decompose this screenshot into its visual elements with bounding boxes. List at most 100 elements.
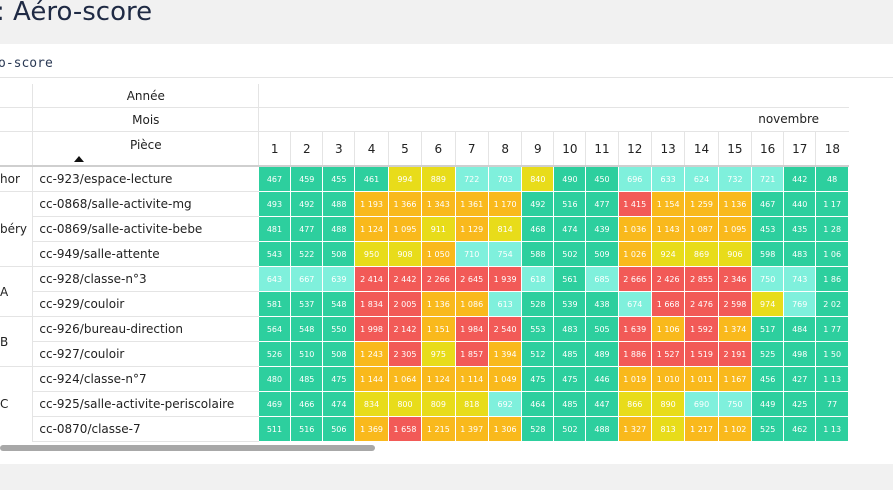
value-cell: 77 xyxy=(815,391,849,417)
value-cell: 480 xyxy=(258,366,292,392)
value-cell: 456 xyxy=(751,366,785,392)
day-header[interactable]: 6 xyxy=(421,131,456,167)
value-cell: 548 xyxy=(322,291,356,317)
value-cell: 440 xyxy=(783,191,817,217)
dimension-year-label[interactable]: Année xyxy=(32,84,259,108)
day-header[interactable]: 9 xyxy=(521,131,554,167)
day-header[interactable]: 1 xyxy=(258,131,291,167)
sort-ascending-icon[interactable] xyxy=(74,156,85,162)
value-cell: 488 xyxy=(322,191,356,217)
value-cell: 2 142 xyxy=(388,316,423,342)
value-cell: 484 xyxy=(783,316,817,342)
value-cell: 889 xyxy=(421,165,456,192)
month-header-cell: novembre xyxy=(258,107,849,132)
value-cell: 1 998 xyxy=(354,316,389,342)
value-cell: 1 136 xyxy=(718,191,753,217)
value-cell: 598 xyxy=(751,241,785,267)
value-cell: 1 114 xyxy=(455,366,489,392)
value-cell: 517 xyxy=(751,316,785,342)
value-cell: 2 442 xyxy=(388,266,423,292)
day-header[interactable]: 12 xyxy=(617,131,652,167)
day-header[interactable]: 18 xyxy=(815,131,849,167)
value-cell: 564 xyxy=(258,316,292,342)
value-cell: 2 02 xyxy=(815,291,849,317)
value-cell: 516 xyxy=(290,416,324,442)
value-cell: 485 xyxy=(553,341,587,367)
day-header[interactable]: 13 xyxy=(650,131,685,167)
day-header[interactable]: 16 xyxy=(751,131,784,167)
day-header[interactable]: 7 xyxy=(454,131,489,167)
value-cell: 975 xyxy=(421,341,456,367)
day-header[interactable]: 10 xyxy=(553,131,586,167)
value-cell: 1 984 xyxy=(455,316,489,342)
value-cell: 539 xyxy=(553,291,587,317)
value-cell: 516 xyxy=(553,191,587,217)
school-label: B xyxy=(0,316,33,367)
value-cell: 814 xyxy=(488,216,523,242)
value-cell: 1 011 xyxy=(684,366,719,392)
day-header[interactable]: 11 xyxy=(585,131,619,167)
day-header[interactable]: 5 xyxy=(387,131,422,167)
value-cell: 506 xyxy=(322,416,356,442)
value-cell: 750 xyxy=(718,391,753,417)
value-cell: 1 154 xyxy=(651,191,686,217)
horizontal-scrollbar[interactable] xyxy=(0,445,375,451)
value-cell: 1 087 xyxy=(684,216,719,242)
value-cell: 624 xyxy=(684,165,719,192)
room-label: cc-924/classe-n°7 xyxy=(32,366,259,392)
value-cell: 1 010 xyxy=(651,366,686,392)
value-cell: 1 77 xyxy=(815,316,849,342)
day-header[interactable]: 8 xyxy=(487,131,522,167)
value-cell: 1 886 xyxy=(618,341,652,367)
value-cell: 537 xyxy=(290,291,324,317)
value-cell: 485 xyxy=(290,366,324,392)
value-cell: 1 639 xyxy=(618,316,652,342)
value-cell: 526 xyxy=(258,341,292,367)
value-cell: 1 095 xyxy=(718,216,753,242)
value-cell: 667 xyxy=(290,266,324,292)
value-cell: 2 346 xyxy=(718,266,753,292)
value-cell: 1 527 xyxy=(651,341,686,367)
table-row: cc-929/couloir 581 537 548 1 834 2 005 1 136 1 … xyxy=(0,291,849,317)
day-header[interactable]: 4 xyxy=(354,131,389,167)
day-header[interactable]: 2 xyxy=(290,131,323,167)
value-cell: 447 xyxy=(585,391,619,417)
school-label: béry xyxy=(0,191,33,267)
value-cell: 869 xyxy=(684,241,719,267)
room-label: cc-0869/salle-activite-bebe xyxy=(32,216,259,242)
value-cell: 633 xyxy=(651,165,686,192)
value-cell: 489 xyxy=(585,341,619,367)
value-cell: 1 106 xyxy=(651,316,686,342)
value-cell: 466 xyxy=(290,391,324,417)
value-cell: 502 xyxy=(553,416,587,442)
value-cell: 462 xyxy=(783,416,817,442)
value-cell: 703 xyxy=(488,165,523,192)
value-cell: 613 xyxy=(488,291,523,317)
room-label: cc-928/classe-n°3 xyxy=(32,266,259,292)
value-cell: 1 519 xyxy=(684,341,719,367)
school-label: C xyxy=(0,366,33,442)
day-header[interactable]: 15 xyxy=(717,131,752,167)
value-cell: 442 xyxy=(783,165,817,192)
value-cell: 1 86 xyxy=(815,266,849,292)
value-cell: 1 095 xyxy=(388,216,423,242)
value-cell: 509 xyxy=(585,241,619,267)
day-header[interactable]: 3 xyxy=(322,131,355,167)
day-header[interactable]: 17 xyxy=(783,131,816,167)
value-cell: 561 xyxy=(553,266,587,292)
value-cell: 1 06 xyxy=(815,241,849,267)
value-cell: 438 xyxy=(585,291,619,317)
value-cell: 1 036 xyxy=(618,216,652,242)
value-cell: 1 050 xyxy=(421,241,456,267)
dimension-room-label[interactable]: Pièce xyxy=(32,131,259,167)
value-cell: 1 668 xyxy=(651,291,686,317)
dimension-month-label[interactable]: Mois xyxy=(32,107,259,132)
value-cell: 1 415 xyxy=(618,191,652,217)
value-cell: 696 xyxy=(618,165,652,192)
day-header[interactable]: 14 xyxy=(684,131,719,167)
value-cell: 588 xyxy=(521,241,555,267)
value-cell: 477 xyxy=(290,216,324,242)
value-cell: 522 xyxy=(290,241,324,267)
value-cell: 1 28 xyxy=(815,216,849,242)
value-cell: 488 xyxy=(585,416,619,442)
